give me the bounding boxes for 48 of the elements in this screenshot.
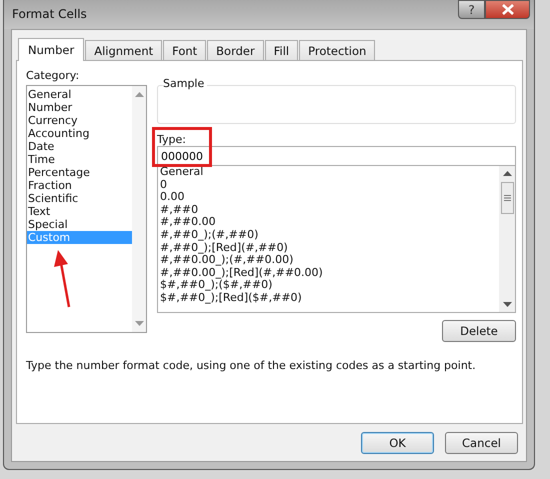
format-list[interactable]: General 0 0.00 #,##0 #,##0.00 #,##0_);(#,##0) #,##0_);[Red](#,##0) #,##0.00_);(#,##0.00) #,##0.00_);[Red](#,##0.00) $#,##0_);($#,##0) $#,##0_);[Red]($#,##0)	[157, 166, 516, 313]
description-text: Type the number format code, using one of the existing codes as a starting point.	[26, 359, 477, 372]
window-title: Format Cells	[12, 7, 87, 21]
format-item[interactable]: #,##0.00_);(#,##0.00)	[160, 254, 499, 267]
format-item[interactable]: #,##0.00	[160, 216, 499, 229]
close-button[interactable]	[485, 0, 530, 19]
category-item[interactable]: Text	[27, 205, 132, 218]
category-item[interactable]: Fraction	[27, 179, 132, 192]
grip-icon	[504, 195, 510, 201]
category-label: Category:	[26, 69, 80, 84]
format-item[interactable]: #,##0_);[Red](#,##0)	[160, 242, 499, 254]
tab[interactable]: Fill	[264, 40, 298, 60]
delete-button[interactable]: Delete	[442, 320, 516, 342]
scrollbar[interactable]	[499, 166, 515, 312]
category-item[interactable]: Special	[27, 218, 132, 231]
category-item[interactable]: Date	[27, 140, 132, 153]
category-item[interactable]: Number	[27, 101, 132, 114]
scroll-down-icon[interactable]	[502, 302, 512, 307]
tab[interactable]: Alignment	[85, 40, 162, 60]
category-item[interactable]: Percentage	[27, 166, 132, 179]
format-item[interactable]: General	[160, 166, 499, 179]
format-item[interactable]: $#,##0_);[Red]($#,##0)	[160, 292, 499, 305]
help-button[interactable]: ?	[458, 0, 485, 19]
close-icon	[500, 4, 514, 15]
format-item[interactable]: 0.00	[160, 191, 499, 204]
scroll-thumb[interactable]	[500, 182, 514, 214]
highlight-box	[152, 127, 212, 167]
dialog-button[interactable]: OK	[361, 432, 434, 454]
category-list[interactable]: General Number Currency Accounting Date Time Percentage Fraction Scientific Text Special Custom	[26, 85, 147, 333]
tab[interactable]: Protection	[299, 40, 376, 60]
category-item[interactable]: Accounting	[27, 127, 132, 140]
sample-label: Sample	[163, 77, 208, 90]
format-item[interactable]: #,##0.00_);[Red](#,##0.00)	[160, 266, 499, 280]
format-item[interactable]: #,##0	[160, 204, 499, 216]
scroll-up-icon[interactable]	[502, 171, 512, 176]
category-item[interactable]: Scientific	[27, 192, 132, 205]
format-item[interactable]: 0	[160, 178, 499, 192]
tab[interactable]: Font	[163, 40, 206, 60]
format-item[interactable]: $#,##0_);($#,##0)	[160, 279, 499, 292]
category-item[interactable]: General	[27, 88, 132, 101]
category-item[interactable]: Time	[27, 153, 132, 166]
tab[interactable]: Border	[207, 40, 264, 60]
type-field[interactable]: 000000	[157, 146, 516, 166]
format-item[interactable]: #,##0_);(#,##0)	[160, 228, 499, 242]
category-item[interactable]: Currency	[27, 114, 132, 127]
tab[interactable]: Number	[18, 38, 84, 61]
type-label: Type:	[157, 133, 187, 146]
dialog-button[interactable]: Cancel	[445, 432, 518, 454]
